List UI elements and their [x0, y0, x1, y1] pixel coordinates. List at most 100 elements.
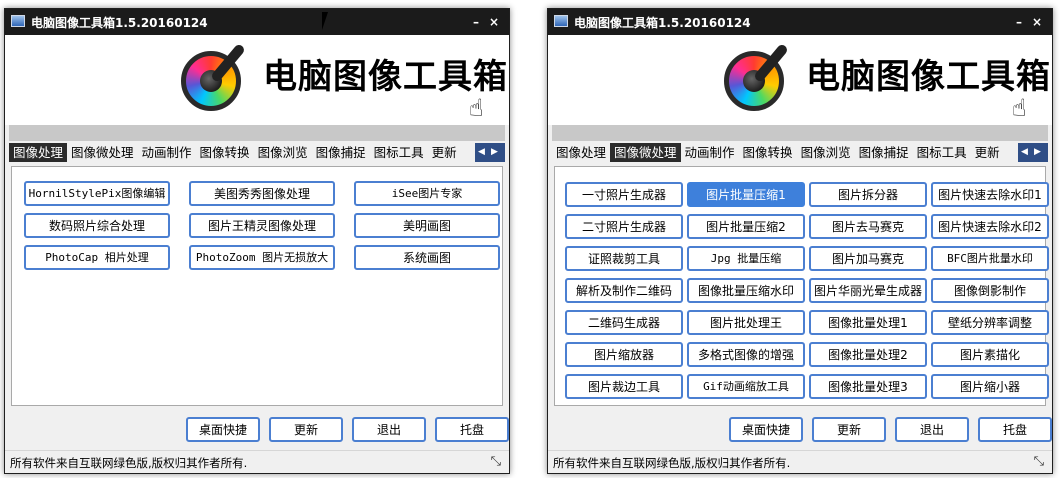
- tab-image-capture[interactable]: 图像捕捉: [855, 143, 913, 162]
- tool-button[interactable]: 图片快速去除水印1: [931, 182, 1049, 207]
- app-window-icon: [554, 15, 568, 27]
- tool-button[interactable]: 二维码生成器: [565, 310, 683, 335]
- tab-image-capture[interactable]: 图像捕捉: [312, 143, 370, 162]
- status-text: 所有软件来自互联网绿色版,版权归其作者所有.: [10, 456, 248, 470]
- tool-button[interactable]: 数码照片综合处理: [24, 213, 170, 238]
- tab-animation[interactable]: 动画制作: [681, 143, 739, 162]
- tool-panel: HornilStylePix图像编辑 美图秀秀图像处理 iSee图片专家数码照片综合…: [11, 166, 503, 406]
- app-window-icon: [11, 15, 25, 27]
- tool-button[interactable]: 图片批量压缩1: [687, 182, 805, 207]
- tab-update[interactable]: 更新: [971, 143, 1004, 162]
- tab-image-micro[interactable]: 图像微处理: [610, 143, 681, 162]
- pointing-hand-icon: ☝: [1012, 94, 1027, 122]
- tool-button[interactable]: 壁纸分辨率调整: [931, 310, 1049, 335]
- tab-next-button[interactable]: ▶: [1031, 143, 1044, 162]
- tab-scroll-arrows: ◀ ▶: [475, 143, 505, 162]
- tool-button[interactable]: 图像批量处理3: [809, 374, 927, 399]
- tab-bar: 图像处理 图像微处理 动画制作 图像转换 图像浏览 图像捕捉 图标工具 更新 ◀ ▶: [9, 143, 505, 163]
- tool-button[interactable]: 二寸照片生成器: [565, 214, 683, 239]
- tool-button[interactable]: 图片加马赛克: [809, 246, 927, 271]
- bottom-toolbar: 桌面快捷 更新 退出 托盘: [729, 417, 1052, 442]
- separator-bar: [9, 125, 505, 141]
- tab-image-convert[interactable]: 图像转换: [739, 143, 797, 162]
- exit-button[interactable]: 退出: [895, 417, 969, 442]
- tab-image-convert[interactable]: 图像转换: [196, 143, 254, 162]
- tool-button[interactable]: 证照裁剪工具: [565, 246, 683, 271]
- tool-button[interactable]: 多格式图像的增强: [687, 342, 805, 367]
- separator-bar: [552, 125, 1048, 141]
- tool-button[interactable]: 解析及制作二维码: [565, 278, 683, 303]
- tool-button[interactable]: 图像批量处理2: [809, 342, 927, 367]
- tab-update[interactable]: 更新: [428, 143, 461, 162]
- window-title: 电脑图像工具箱1.5.20160124: [574, 16, 751, 30]
- tab-prev-button[interactable]: ◀: [1018, 143, 1031, 162]
- update-button[interactable]: 更新: [269, 417, 343, 442]
- close-button[interactable]: ×: [485, 13, 503, 31]
- tab-image-processing[interactable]: 图像处理: [552, 143, 610, 162]
- tab-icon-tools[interactable]: 图标工具: [913, 143, 971, 162]
- tab-image-browse[interactable]: 图像浏览: [797, 143, 855, 162]
- tool-button[interactable]: 图像倒影制作: [931, 278, 1049, 303]
- desktop-shortcut-button[interactable]: 桌面快捷: [729, 417, 803, 442]
- brand-title: 电脑图像工具箱: [263, 57, 508, 97]
- tool-button[interactable]: HornilStylePix图像编辑: [24, 181, 170, 206]
- update-button[interactable]: 更新: [812, 417, 886, 442]
- tray-button[interactable]: 托盘: [978, 417, 1052, 442]
- tool-button[interactable]: PhotoZoom 图片无损放大: [189, 245, 335, 270]
- tool-button[interactable]: PhotoCap 相片处理: [24, 245, 170, 270]
- tab-bar: 图像处理 图像微处理 动画制作 图像转换 图像浏览 图像捕捉 图标工具 更新 ◀ ▶: [552, 143, 1048, 163]
- status-text: 所有软件来自互联网绿色版,版权归其作者所有.: [553, 456, 791, 470]
- tool-button[interactable]: 图片快速去除水印2: [931, 214, 1049, 239]
- main-window-right: 电脑图像工具箱1.5.20160124 – × 电脑图像工具箱 ☝ 图像处理 图像…: [547, 8, 1053, 474]
- tool-button[interactable]: 图片拆分器: [809, 182, 927, 207]
- tab-animation[interactable]: 动画制作: [138, 143, 196, 162]
- tool-button[interactable]: 图像批量处理1: [809, 310, 927, 335]
- header-banner: 电脑图像工具箱 ☝: [548, 35, 1052, 125]
- tool-button[interactable]: Jpg 批量压缩: [687, 246, 805, 271]
- tab-prev-button[interactable]: ◀: [475, 143, 488, 162]
- tool-button[interactable]: 图片缩放器: [565, 342, 683, 367]
- tool-button[interactable]: 图片批量压缩2: [687, 214, 805, 239]
- tool-button[interactable]: 图片王精灵图像处理: [189, 213, 335, 238]
- tool-panel: 一寸照片生成器 图片批量压缩1 图片拆分器 图片快速去除水印1 二寸照片生成器 图片批量压…: [554, 166, 1049, 406]
- tool-button[interactable]: 图片批处理王: [687, 310, 805, 335]
- title-bar[interactable]: 电脑图像工具箱1.5.20160124 – ×: [5, 9, 509, 35]
- tool-button[interactable]: Gif动画缩放工具: [687, 374, 805, 399]
- tool-button-grid: HornilStylePix图像编辑 美图秀秀图像处理 iSee图片专家数码照片综合…: [24, 181, 500, 270]
- tool-button[interactable]: 系统画图: [354, 245, 500, 270]
- tool-button[interactable]: 美明画图: [354, 213, 500, 238]
- window-title: 电脑图像工具箱1.5.20160124: [31, 16, 208, 30]
- tool-button[interactable]: 图像批量压缩水印: [687, 278, 805, 303]
- header-banner: 电脑图像工具箱 ☝: [5, 35, 509, 125]
- tab-icon-tools[interactable]: 图标工具: [370, 143, 428, 162]
- bottom-toolbar: 桌面快捷 更新 退出 托盘: [186, 417, 509, 442]
- tab-image-micro[interactable]: 图像微处理: [67, 143, 138, 162]
- tool-button[interactable]: 图片华丽光晕生成器: [809, 278, 927, 303]
- minimize-button[interactable]: –: [1010, 13, 1028, 31]
- title-bar[interactable]: 电脑图像工具箱1.5.20160124 – ×: [548, 9, 1052, 35]
- tray-button[interactable]: 托盘: [435, 417, 509, 442]
- tool-button[interactable]: 图片素描化: [931, 342, 1049, 367]
- status-bar: 所有软件来自互联网绿色版,版权归其作者所有. ⤡: [548, 450, 1052, 473]
- mouse-cursor-icon: [322, 12, 328, 30]
- tool-button[interactable]: iSee图片专家: [354, 181, 500, 206]
- tab-next-button[interactable]: ▶: [488, 143, 501, 162]
- tool-button[interactable]: BFC图片批量水印: [931, 246, 1049, 271]
- resize-grip-icon[interactable]: ⤡: [491, 454, 501, 469]
- resize-grip-icon[interactable]: ⤡: [1034, 454, 1044, 469]
- tool-button[interactable]: 图片去马赛克: [809, 214, 927, 239]
- tab-image-processing[interactable]: 图像处理: [9, 143, 68, 162]
- tool-button[interactable]: 图片缩小器: [931, 374, 1049, 399]
- tool-button[interactable]: 图片裁边工具: [565, 374, 683, 399]
- desktop-shortcut-button[interactable]: 桌面快捷: [186, 417, 260, 442]
- exit-button[interactable]: 退出: [352, 417, 426, 442]
- brand-title: 电脑图像工具箱: [806, 57, 1051, 97]
- minimize-button[interactable]: –: [467, 13, 485, 31]
- tab-image-browse[interactable]: 图像浏览: [254, 143, 312, 162]
- tool-button[interactable]: 美图秀秀图像处理: [189, 181, 335, 206]
- tool-button-grid: 一寸照片生成器 图片批量压缩1 图片拆分器 图片快速去除水印1 二寸照片生成器 图片批量压…: [565, 182, 1049, 399]
- pointing-hand-icon: ☝: [469, 94, 484, 122]
- tool-button[interactable]: 一寸照片生成器: [565, 182, 683, 207]
- close-button[interactable]: ×: [1028, 13, 1046, 31]
- main-window-left: 电脑图像工具箱1.5.20160124 – × 电脑图像工具箱 ☝ 图像处理 图像…: [4, 8, 510, 474]
